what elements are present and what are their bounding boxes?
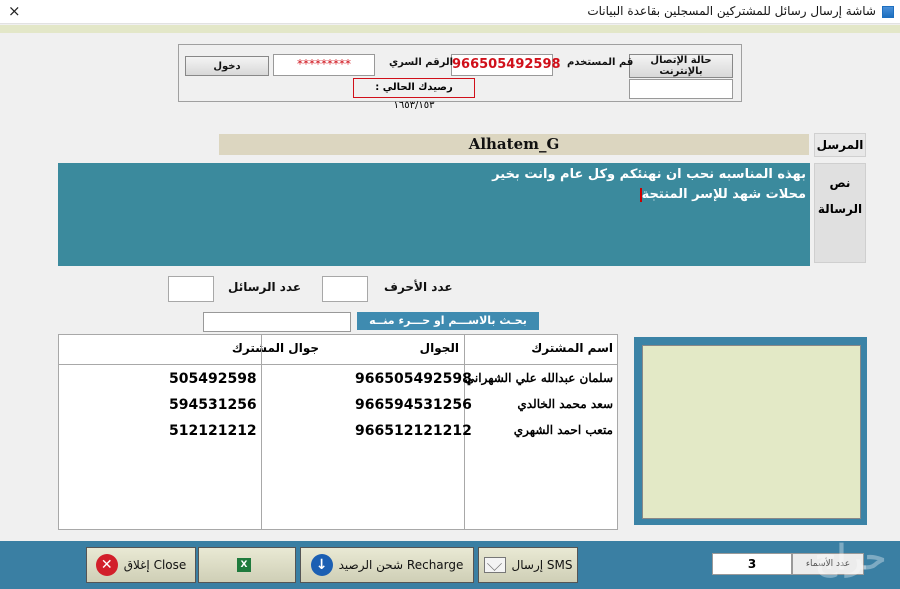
recharge-button[interactable]: ↓ شحن الرصيد Recharge <box>300 547 474 583</box>
names-count-field[interactable]: 3 <box>712 553 792 575</box>
message-textarea[interactable]: بهذه المناسبه نحب ان نهنئكم وكل عام وانت… <box>58 163 810 266</box>
password-label: الرقم السري <box>389 57 454 68</box>
connection-status-button[interactable]: حالة الإتصال بالإنترنت <box>629 54 733 78</box>
login-button[interactable]: دخول <box>185 56 269 76</box>
header-mobile[interactable]: الجوال <box>420 341 459 355</box>
table-row[interactable]: سلمان عبدالله علي الشهراني 966505492598 … <box>59 367 617 393</box>
search-label: بحـث بالاســـم او حـــرء منــه <box>357 312 539 330</box>
password-field[interactable]: ********* <box>273 54 375 76</box>
chars-count-field[interactable] <box>322 276 368 302</box>
cell-mobile: 966594531256 <box>355 397 472 413</box>
title-bar: × شاشة إرسال رسائل للمشتركين المسجلين بق… <box>0 0 900 24</box>
cell-mobile: 966512121212 <box>355 423 472 439</box>
send-sms-button[interactable]: إرسال SMS <box>478 547 578 583</box>
balance-value: ١٦٥٣/١٥٣ <box>393 100 435 111</box>
send-sms-label: إرسال SMS <box>511 558 573 572</box>
table-row[interactable]: سعد محمد الخالدي 966594531256 594531256 <box>59 393 617 419</box>
close-icon: ✕ <box>95 554 118 576</box>
window-title: شاشة إرسال رسائل للمشتركين المسجلين بقاع… <box>587 4 876 18</box>
search-input[interactable] <box>203 312 351 332</box>
close-icon[interactable]: × <box>8 2 21 20</box>
message-line-2: محلات شهد للإسر المنتجة <box>641 187 806 202</box>
sms-broadcast-window: × شاشة إرسال رسائل للمشتركين المسجلين بق… <box>0 0 900 589</box>
cell-subscriber-mobile: 505492598 <box>169 371 257 387</box>
cell-subscriber-mobile: 594531256 <box>169 397 257 413</box>
messages-count-label: عدد الرسائل <box>228 280 302 294</box>
connection-status-field[interactable] <box>629 79 733 99</box>
subscribers-table: اسم المشترك الجوال جوال المشترك سلمان عب… <box>58 334 618 530</box>
app-icon <box>882 6 894 18</box>
cell-name: متعب احمد الشهري <box>513 423 613 437</box>
balance-box: رصيدك الحالي : ١٦٥٣/١٥٣ <box>353 78 475 111</box>
sender-label: المرسل <box>814 133 866 157</box>
balance-label: رصيدك الحالي : <box>375 82 453 93</box>
download-arrow-icon: ↓ <box>310 554 333 576</box>
cell-name: سعد محمد الخالدي <box>517 397 613 411</box>
header-name[interactable]: اسم المشترك <box>531 341 613 355</box>
sender-field[interactable]: Alhatem_G <box>219 134 809 155</box>
table-row[interactable]: متعب احمد الشهري 966512121212 512121212 <box>59 419 617 445</box>
header-subscriber-mobile[interactable]: جوال المشترك <box>232 341 319 355</box>
envelope-icon <box>483 557 506 573</box>
message-label: نص الرسالة <box>814 163 866 263</box>
login-panel: حالة الإتصال بالإنترنت قم المستخدم 96650… <box>178 44 742 111</box>
header-stripe <box>0 25 900 33</box>
username-label: قم المستخدم <box>567 57 634 68</box>
table-header: اسم المشترك الجوال جوال المشترك <box>59 335 617 365</box>
cell-mobile: 966505492598 <box>355 371 472 387</box>
message-line-1: بهذه المناسبه نحب ان نهنئكم وكل عام وانت… <box>492 167 806 182</box>
messages-count-field[interactable] <box>168 276 214 302</box>
close-button-label: إغلاق Close <box>123 558 187 572</box>
excel-icon: X <box>237 558 251 572</box>
cell-subscriber-mobile: 512121212 <box>169 423 257 439</box>
preview-panel <box>634 337 867 525</box>
export-excel-button[interactable]: X <box>198 547 296 583</box>
chars-count-label: عدد الأحرف <box>384 280 453 294</box>
message-line-2-wrap: محلات شهد للإسر المنتجة <box>62 185 806 205</box>
cell-name: سلمان عبدالله علي الشهراني <box>464 371 613 385</box>
preview-area <box>642 345 861 519</box>
username-field[interactable]: 966505492598 <box>451 54 561 76</box>
close-button[interactable]: ✕ إغلاق Close <box>86 547 196 583</box>
names-count-button[interactable]: عدد الأسماء <box>792 553 864 575</box>
recharge-button-label: شحن الرصيد Recharge <box>338 558 464 572</box>
